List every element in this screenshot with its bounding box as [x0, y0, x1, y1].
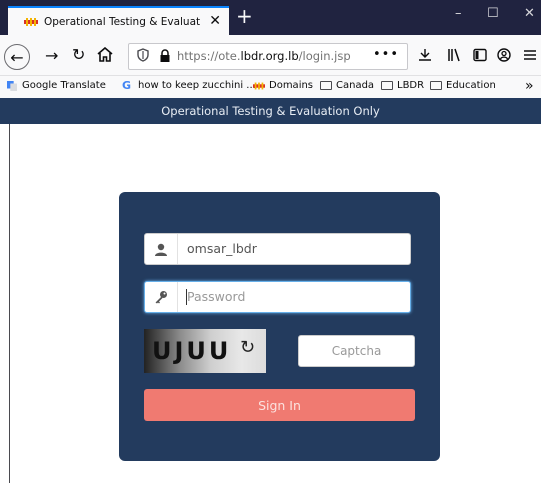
- password-field[interactable]: Password: [144, 281, 411, 313]
- domains-favicon: [253, 82, 265, 89]
- bookmark-label: how to keep zucchini ...: [138, 80, 256, 91]
- captcha-text: UJUU: [152, 337, 232, 365]
- bookmark-folder-canada[interactable]: Canada: [320, 80, 374, 91]
- tab-close-icon[interactable]: ✕: [209, 13, 221, 29]
- google-translate-icon: [7, 80, 17, 91]
- environment-banner: Operational Testing & Evaluation Only: [0, 98, 541, 124]
- folder-icon: [320, 81, 332, 90]
- domains-favicon: [24, 18, 38, 26]
- captcha-input[interactable]: Captcha: [298, 335, 415, 367]
- bookmarks-toolbar: Google Translate G how to keep zucchini …: [0, 76, 541, 98]
- sign-in-button[interactable]: Sign In: [144, 389, 415, 421]
- lock-icon[interactable]: [159, 49, 171, 63]
- tab-login[interactable]: Operational Testing & Evaluatic ✕: [8, 6, 229, 35]
- tab-bar: Operational Testing & Evaluatic ✕ + – ☐ …: [0, 0, 541, 35]
- bookmark-label: LBDR: [397, 80, 425, 91]
- back-button[interactable]: ←: [4, 44, 30, 70]
- folder-icon: [430, 81, 442, 90]
- minimize-button[interactable]: –: [455, 6, 462, 21]
- field-separator: [177, 282, 178, 312]
- user-icon: [145, 234, 177, 264]
- bookmark-folder-education[interactable]: Education: [430, 80, 496, 91]
- bookmark-star-icon[interactable]: [418, 48, 432, 62]
- bookmark-label: Canada: [336, 80, 375, 91]
- bookmark-zucchini[interactable]: G how to keep zucchini ...: [122, 78, 256, 92]
- username-field[interactable]: omsar_lbdr: [144, 233, 411, 265]
- bookmark-label: Domains: [269, 80, 314, 91]
- page-actions-button[interactable]: •••: [373, 47, 399, 62]
- bookmarks-overflow-button[interactable]: »: [525, 78, 534, 94]
- bookmark-domains[interactable]: Domains: [253, 80, 313, 91]
- field-separator: [177, 234, 178, 264]
- username-value: omsar_lbdr: [187, 241, 257, 256]
- url-text: https://ote.lbdr.org.lb/login.jsp: [177, 49, 351, 63]
- bookmark-label: Education: [446, 80, 496, 91]
- home-icon[interactable]: [97, 47, 113, 62]
- key-icon: [145, 282, 177, 312]
- account-icon[interactable]: [497, 48, 511, 62]
- captcha-placeholder: Captcha: [331, 344, 382, 358]
- refresh-captcha-icon[interactable]: ↻: [240, 337, 255, 358]
- bookmark-google-translate[interactable]: Google Translate: [6, 80, 106, 91]
- password-placeholder: Password: [187, 289, 246, 304]
- forward-button[interactable]: →: [45, 46, 58, 65]
- bookmark-folder-lbdr[interactable]: LBDR: [381, 80, 424, 91]
- back-arrow-icon: ←: [10, 47, 24, 67]
- address-bar[interactable]: https://ote.lbdr.org.lb/login.jsp •••: [128, 43, 408, 70]
- close-window-button[interactable]: ✕: [524, 6, 535, 21]
- navigation-toolbar: ← → ↻ https://ote.lbdr.org.lb/login.jsp …: [0, 35, 541, 76]
- page-divider: [9, 124, 10, 483]
- maximize-button[interactable]: ☐: [487, 6, 499, 21]
- menu-icon[interactable]: [523, 48, 537, 62]
- new-tab-button[interactable]: +: [236, 4, 253, 28]
- folder-icon: [381, 81, 393, 90]
- tab-title: Operational Testing & Evaluatic: [44, 15, 200, 28]
- google-icon: G: [122, 78, 132, 92]
- library-icon[interactable]: [447, 48, 461, 62]
- tracking-shield-icon[interactable]: [137, 48, 149, 62]
- sidebar-icon[interactable]: [473, 48, 487, 62]
- bookmark-label: Google Translate: [22, 80, 106, 91]
- reload-icon[interactable]: ↻: [72, 45, 85, 64]
